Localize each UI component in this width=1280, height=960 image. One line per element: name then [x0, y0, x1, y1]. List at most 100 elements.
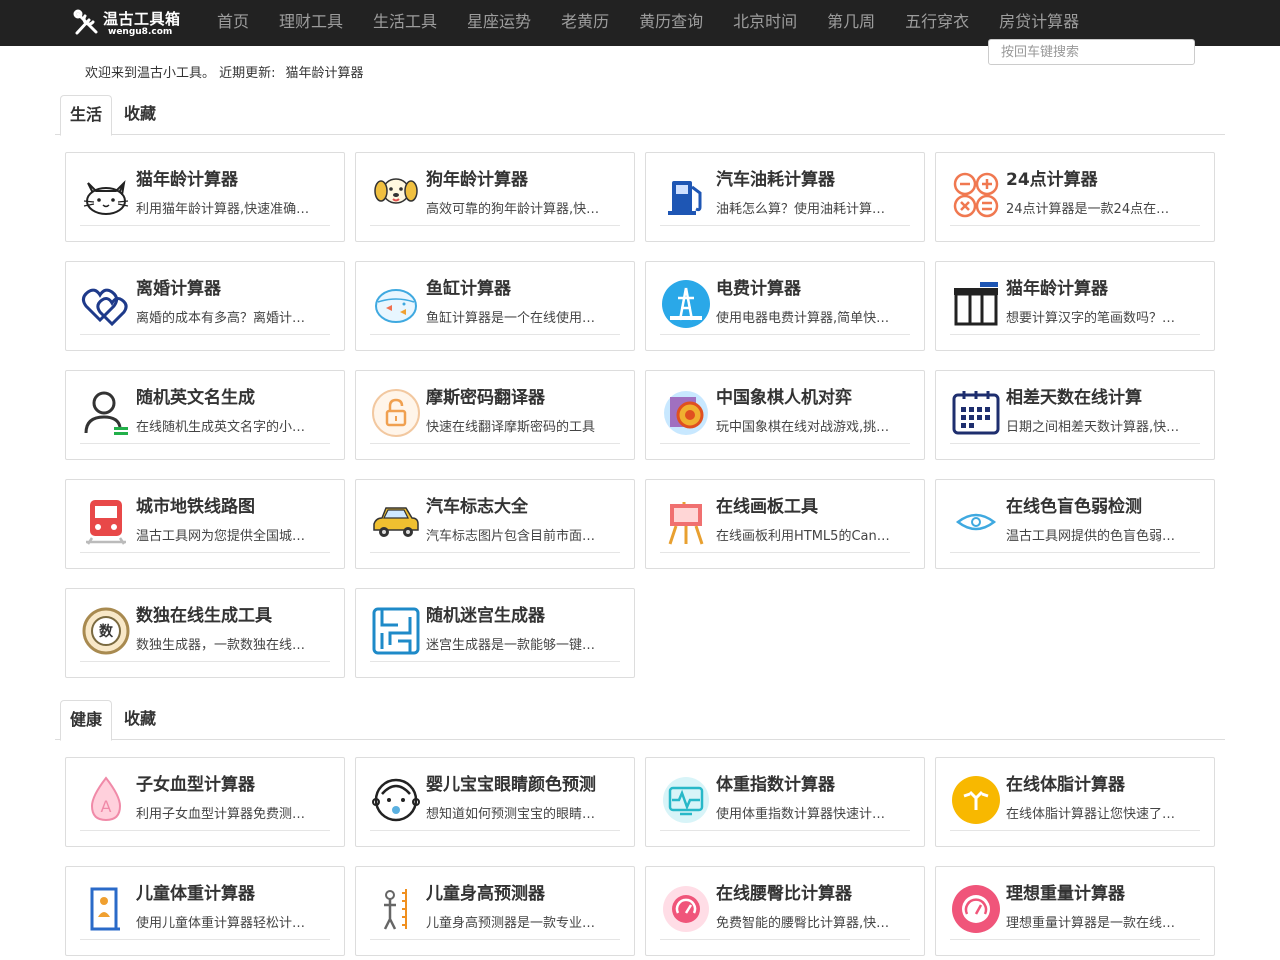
- card-divider: [660, 443, 910, 444]
- nav-item[interactable]: 第几周: [812, 0, 890, 46]
- card-divider: [370, 661, 620, 662]
- tool-card[interactable]: 城市地铁线路图温古工具网为您提供全国城市地铁线路图: [65, 479, 345, 569]
- child-scale-icon: [80, 883, 132, 935]
- search-input[interactable]: [988, 39, 1195, 65]
- tool-card[interactable]: A 子女血型计算器利用子女血型计算器免费测算血型: [65, 757, 345, 847]
- tool-card-title[interactable]: 24点计算器: [1006, 165, 1202, 190]
- tool-card-desc: 利用子女血型计算器免费测算血型: [136, 807, 310, 822]
- tool-card-title[interactable]: 子女血型计算器: [136, 770, 332, 795]
- tool-card[interactable]: 儿童体重计算器使用儿童体重计算器轻松计算体重: [65, 866, 345, 956]
- tool-card[interactable]: 电费计算器使用电器电费计算器,简单快速计算电费: [645, 261, 925, 351]
- tab-life[interactable]: 生活: [60, 95, 113, 136]
- tool-card-title[interactable]: 在线画板工具: [716, 492, 912, 517]
- tab-favorites[interactable]: 收藏: [115, 95, 165, 135]
- nav-item[interactable]: 首页: [202, 0, 264, 46]
- logo-subtitle: wengu8.com: [108, 27, 173, 37]
- tool-card-title[interactable]: 汽车标志大全: [426, 492, 622, 517]
- tool-card[interactable]: 在线腰臀比计算器免费智能的腰臀比计算器,快速计算: [645, 866, 925, 956]
- tool-card[interactable]: 相差天数在线计算日期之间相差天数计算器,快速计算: [935, 370, 1215, 460]
- tool-card[interactable]: 随机迷宫生成器迷宫生成器是一款能够一键生成迷宫的工具: [355, 588, 635, 678]
- tool-card-title[interactable]: 体重指数计算器: [716, 770, 912, 795]
- tool-card-desc: 高效可靠的狗年龄计算器,快速换算狗狗年龄: [426, 202, 600, 217]
- nav-item[interactable]: 老黄历: [546, 0, 624, 46]
- tool-card-title[interactable]: 在线体脂计算器: [1006, 770, 1202, 795]
- tool-card[interactable]: 理想重量计算器理想重量计算器是一款在线计算工具: [935, 866, 1215, 956]
- fuel-pump-icon: [660, 169, 712, 221]
- tool-card[interactable]: 儿童身高预测器儿童身高预测器是一款专业的工具: [355, 866, 635, 956]
- tool-card-title[interactable]: 中国象棋人机对弈: [716, 383, 912, 408]
- nav-item[interactable]: 黄历查询: [624, 0, 718, 46]
- nav-item[interactable]: 五行穿衣: [890, 0, 984, 46]
- tool-card[interactable]: 婴儿宝宝眼睛颜色预测想知道如何预测宝宝的眼睛颜色吗: [355, 757, 635, 847]
- tool-card-title[interactable]: 离婚计算器: [136, 274, 332, 299]
- tool-card[interactable]: 在线画板工具在线画板利用HTML5的Canvas实现: [645, 479, 925, 569]
- svg-text:A: A: [101, 797, 112, 816]
- tool-card[interactable]: 在线体脂计算器在线体脂计算器让您快速了解体脂率: [935, 757, 1215, 847]
- tool-card-title[interactable]: 相差天数在线计算: [1006, 383, 1202, 408]
- tool-card[interactable]: 汽车标志大全汽车标志图片包含目前市面上的品牌: [355, 479, 635, 569]
- tool-card-title[interactable]: 随机迷宫生成器: [426, 601, 622, 626]
- tool-card-title[interactable]: 鱼缸计算器: [426, 274, 622, 299]
- tool-card[interactable]: 离婚计算器离婚的成本有多高？离婚计算器帮你算: [65, 261, 345, 351]
- card-divider: [950, 334, 1200, 335]
- tool-card-desc: 使用体重指数计算器快速计算BMI: [716, 807, 890, 822]
- easel-icon: [660, 496, 712, 548]
- tool-card-title[interactable]: 猫年龄计算器: [136, 165, 332, 190]
- tool-card-title[interactable]: 婴儿宝宝眼睛颜色预测: [426, 770, 622, 795]
- tool-card-title[interactable]: 猫年龄计算器: [1006, 274, 1202, 299]
- tool-card-desc: 使用儿童体重计算器轻松计算体重: [136, 916, 310, 931]
- card-divider: [950, 939, 1200, 940]
- tool-card-title[interactable]: 汽车油耗计算器: [716, 165, 912, 190]
- site-logo[interactable]: 温古工具箱 wengu8.com: [72, 6, 192, 40]
- welcome-bar: 欢迎来到温古小工具。 近期更新: 猫年龄计算器: [85, 62, 364, 81]
- tool-card-desc: 离婚的成本有多高？离婚计算器帮你算: [136, 311, 310, 326]
- svg-text:数: 数: [99, 623, 114, 640]
- tool-card-desc: 儿童身高预测器是一款专业的工具: [426, 916, 600, 931]
- nav-item[interactable]: 北京时间: [718, 0, 812, 46]
- tool-card-title[interactable]: 理想重量计算器: [1006, 879, 1202, 904]
- tool-card[interactable]: 体重指数计算器使用体重指数计算器快速计算BMI: [645, 757, 925, 847]
- tool-card-title[interactable]: 摩斯密码翻译器: [426, 383, 622, 408]
- tool-card[interactable]: 鱼缸计算器鱼缸计算器是一个在线使用的工具: [355, 261, 635, 351]
- chess-icon: [660, 387, 712, 439]
- tool-card-title[interactable]: 狗年龄计算器: [426, 165, 622, 190]
- gauge-icon: [660, 883, 712, 935]
- card-divider: [80, 552, 330, 553]
- tool-card[interactable]: 24点计算器 24点计算器是一款24点在线计算工具: [935, 152, 1215, 242]
- tool-card[interactable]: 狗年龄计算器高效可靠的狗年龄计算器,快速换算狗狗年龄: [355, 152, 635, 242]
- box-icon: [950, 278, 1002, 330]
- tool-card-title[interactable]: 随机英文名生成: [136, 383, 332, 408]
- tool-card-title[interactable]: 电费计算器: [716, 274, 912, 299]
- tab-favorites[interactable]: 收藏: [115, 700, 165, 740]
- nav-item[interactable]: 星座运势: [452, 0, 546, 46]
- tool-card-title[interactable]: 数独在线生成工具: [136, 601, 332, 626]
- latest-update-link[interactable]: 猫年龄计算器: [286, 66, 364, 81]
- tool-card[interactable]: 数 数独在线生成工具数独生成器，一款数独在线生成工具: [65, 588, 345, 678]
- tool-card[interactable]: 在线色盲色弱检测温古工具网提供的色盲色弱检测工具: [935, 479, 1215, 569]
- tool-card[interactable]: 猫年龄计算器想要计算汉字的笔画数吗？快来试试吧: [935, 261, 1215, 351]
- sudoku-icon: 数: [80, 605, 132, 657]
- tool-card-title[interactable]: 儿童身高预测器: [426, 879, 622, 904]
- card-divider: [660, 225, 910, 226]
- nav-item[interactable]: 生活工具: [358, 0, 452, 46]
- tool-card-desc: 在线随机生成英文名字的小工具: [136, 420, 310, 435]
- card-divider: [80, 939, 330, 940]
- tool-card-desc: 免费智能的腰臀比计算器,快速计算: [716, 916, 890, 931]
- tool-card[interactable]: 中国象棋人机对弈玩中国象棋在线对战游戏,挑战电脑: [645, 370, 925, 460]
- tool-card-title[interactable]: 城市地铁线路图: [136, 492, 332, 517]
- tool-card-title[interactable]: 儿童体重计算器: [136, 879, 332, 904]
- tool-card[interactable]: 摩斯密码翻译器 快速在线翻译摩斯密码的工具: [355, 370, 635, 460]
- tool-card-desc: 温古工具网提供的色盲色弱检测工具: [1006, 529, 1180, 544]
- tool-card-title[interactable]: 在线色盲色弱检测: [1006, 492, 1202, 517]
- tab-health[interactable]: 健康: [60, 700, 113, 741]
- tool-card[interactable]: 汽车油耗计算器油耗怎么算？使用油耗计算器快速计算: [645, 152, 925, 242]
- calendar-icon: [950, 387, 1002, 439]
- nav-item[interactable]: 理财工具: [264, 0, 358, 46]
- tool-card-title[interactable]: 在线腰臀比计算器: [716, 879, 912, 904]
- card-divider: [370, 334, 620, 335]
- tool-card[interactable]: 随机英文名生成在线随机生成英文名字的小工具: [65, 370, 345, 460]
- tool-card[interactable]: 猫年龄计算器利用猫年龄计算器,快速准确地计算猫咪年龄: [65, 152, 345, 242]
- tool-card-desc: 迷宫生成器是一款能够一键生成迷宫的工具: [426, 638, 600, 653]
- tool-card-desc: 理想重量计算器是一款在线计算工具: [1006, 916, 1180, 931]
- card-divider: [80, 225, 330, 226]
